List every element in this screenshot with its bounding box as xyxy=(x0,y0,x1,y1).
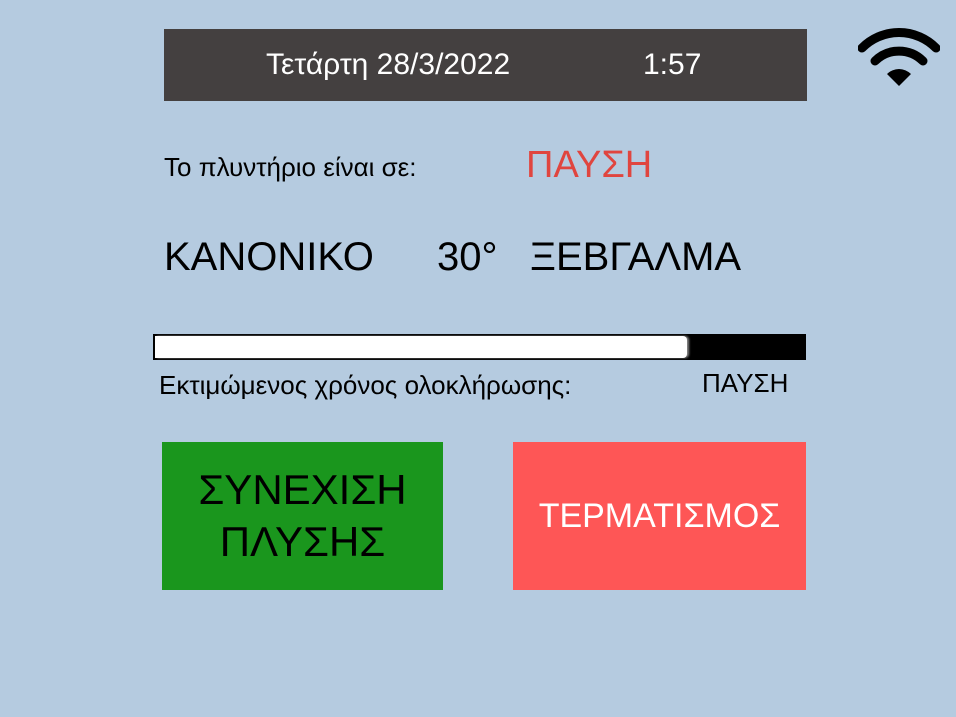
wifi-icon[interactable] xyxy=(858,24,940,88)
wash-progress-fill xyxy=(155,336,688,358)
terminate-button-label: ΤΕΡΜΑΤΙΣΜΟΣ xyxy=(538,496,781,535)
machine-status-value: ΠΑΥΣΗ xyxy=(526,144,653,186)
program-phase: ΞΕΒΓΑΛΜΑ xyxy=(530,235,742,279)
program-mode: ΚΑΝΟΝΙΚΟ xyxy=(164,235,374,279)
machine-status-label: Το πλυντήριο είναι σε: xyxy=(164,152,417,182)
eta-label: Εκτιμώμενος χρόνος ολοκλήρωσης: xyxy=(159,370,572,400)
program-temperature: 30° xyxy=(437,235,498,279)
resume-wash-label-line2: ΠΛΥΣΗΣ xyxy=(219,518,386,565)
resume-wash-button[interactable]: ΣΥΝΕΧΙΣΗ ΠΛΥΣΗΣ xyxy=(162,442,443,590)
current-time: 1:57 xyxy=(643,48,702,81)
current-date: Τετάρτη 28/3/2022 xyxy=(266,48,511,81)
eta-value: ΠΑΥΣΗ xyxy=(702,368,789,398)
wash-progress-bar xyxy=(153,334,806,360)
date-time-bar: Τετάρτη 28/3/2022 1:57 xyxy=(164,29,807,101)
resume-wash-label-line1: ΣΥΝΕΧΙΣΗ xyxy=(198,466,407,513)
terminate-button[interactable]: ΤΕΡΜΑΤΙΣΜΟΣ xyxy=(513,442,806,590)
